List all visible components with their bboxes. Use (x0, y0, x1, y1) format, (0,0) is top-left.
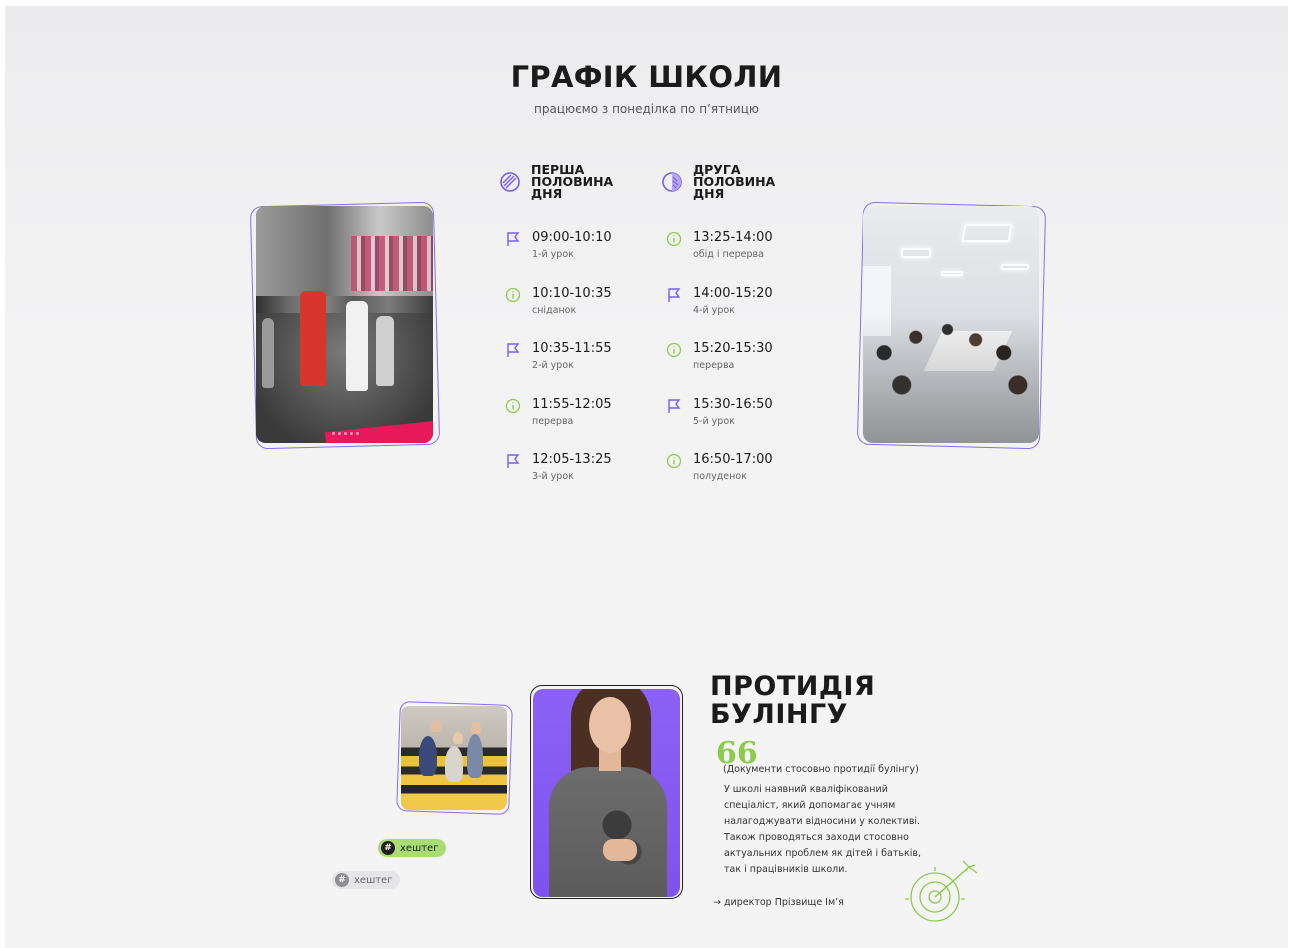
slot-time: 09:00-10:10 (532, 230, 612, 245)
schedule-slot: 15:20-15:30 перерва (666, 341, 773, 397)
half-circle-striped-icon (500, 172, 520, 192)
hashtag-label: хештег (400, 842, 439, 854)
slot-time: 15:30-16:50 (693, 396, 773, 412)
carousel-dots[interactable] (332, 432, 359, 435)
director-photo[interactable] (533, 689, 680, 897)
slot-time: 10:10-10:35 (532, 285, 612, 301)
slot-label: перерва (693, 360, 735, 371)
page: ГРАФІК ШКОЛИ працюємо з понеділка по п’я… (5, 6, 1288, 948)
second-half-header: ДРУГА ПОЛОВИНА ДНЯ (661, 162, 793, 201)
slot-label: 1-й урок (532, 249, 574, 260)
director-signature: → директор Прізвище Ім’я (713, 897, 844, 908)
schedule-slot: 16:50-17:00 полуденок (666, 452, 773, 508)
slot-label: 2-й урок (532, 360, 574, 371)
schedule-slot: 10:10-10:35 сніданок (505, 286, 612, 342)
slot-label: 4-й урок (693, 304, 735, 316)
info-icon (666, 453, 682, 469)
first-half-schedule: 09:00-10:10 1-й урок 10:10-10:35 снідано… (505, 230, 612, 508)
flag-icon (507, 454, 520, 468)
schedule-title: ГРАФІК ШКОЛИ (510, 60, 783, 94)
slot-label: перерва (532, 415, 574, 427)
hashtag-chip[interactable]: # хештег (332, 871, 401, 889)
photo-schoolyard[interactable] (256, 206, 433, 443)
target-arrow-icon (905, 860, 978, 922)
flag-icon (668, 398, 681, 413)
schedule-slot: 09:00-10:10 1-й урок (505, 230, 612, 286)
slot-label: полуденок (693, 471, 747, 482)
flag-icon (507, 343, 520, 357)
schedule-slot: 10:35-11:55 2-й урок (505, 341, 612, 397)
slot-time: 10:35-11:55 (532, 341, 612, 356)
schedule-slot: 14:00-15:20 4-й урок (666, 286, 773, 342)
schedule-slot: 15:30-16:50 5-й урок (666, 397, 773, 453)
slot-label: сніданок (532, 304, 577, 316)
hashtag-label: хештег (354, 874, 393, 886)
schedule-slot: 12:05-13:25 3-й урок (505, 452, 612, 508)
slot-time: 14:00-15:20 (693, 285, 773, 301)
kids-on-stairs-photo[interactable] (401, 706, 507, 810)
slot-time: 16:50-17:00 (693, 452, 773, 467)
bullying-docs-link[interactable]: (Документи стосовно протидії булінгу) (723, 764, 919, 775)
hashtag-icon: # (335, 873, 349, 887)
first-half-header: ПЕРША ПОЛОВИНА ДНЯ (499, 162, 631, 201)
slot-label: 3-й урок (532, 471, 574, 482)
info-icon (505, 287, 521, 302)
info-icon (505, 398, 521, 413)
slot-time: 11:55-12:05 (532, 396, 612, 412)
second-half-schedule: 13:25-14:00 обід і перерва 14:00-15:20 4… (666, 230, 773, 508)
slot-time: 12:05-13:25 (532, 452, 612, 467)
hashtag-icon: # (381, 841, 395, 855)
bullying-title: ПРОТИДІЯ БУЛІНГУ (710, 671, 876, 730)
info-icon (666, 231, 682, 247)
first-half-title: ПЕРША ПОЛОВИНА ДНЯ (531, 162, 614, 201)
info-icon (666, 342, 682, 358)
hashtag-chip-active[interactable]: # хештег (378, 839, 447, 857)
schedule-slot: 11:55-12:05 перерва (505, 397, 612, 453)
slot-time: 13:25-14:00 (693, 230, 773, 245)
schedule-slot: 13:25-14:00 обід і перерва (666, 230, 773, 286)
photo-classroom[interactable] (863, 206, 1039, 443)
slot-time: 15:20-15:30 (693, 341, 773, 356)
half-circle-filled-icon (662, 172, 682, 192)
slot-label: обід і перерва (693, 249, 764, 260)
flag-icon (507, 232, 520, 246)
schedule-subtitle: працюємо з понеділка по п’ятницю (534, 102, 759, 116)
flag-icon (668, 287, 681, 302)
second-half-title: ДРУГА ПОЛОВИНА ДНЯ (693, 162, 776, 201)
slot-label: 5-й урок (693, 415, 735, 427)
